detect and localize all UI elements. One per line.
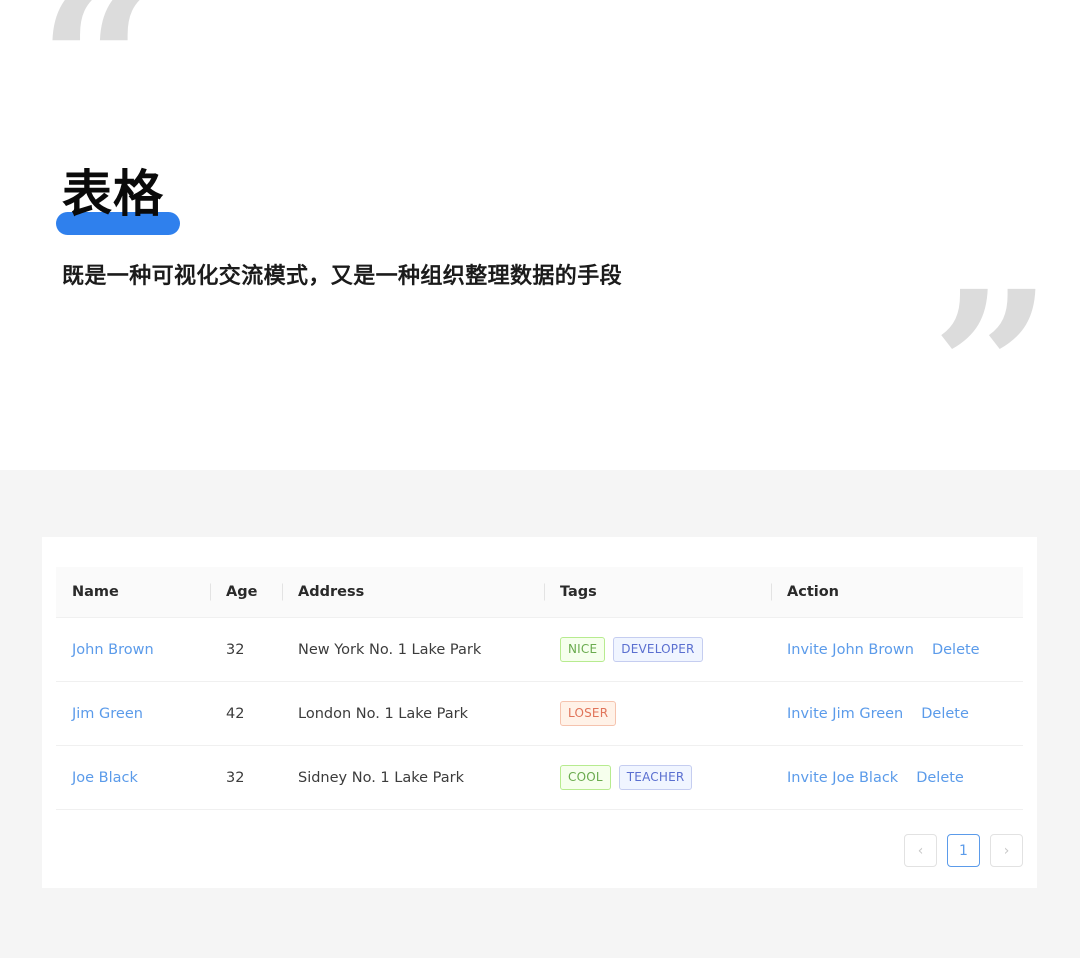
row-name-link[interactable]: Joe Black	[72, 770, 138, 786]
pagination-prev-button[interactable]: ‹	[904, 834, 937, 867]
cell-name: John Brown	[56, 617, 210, 682]
column-header-name[interactable]: Name	[56, 567, 210, 618]
column-separator	[210, 583, 211, 601]
delete-link[interactable]: Delete	[916, 770, 964, 786]
invite-link[interactable]: Invite Joe Black	[787, 770, 898, 786]
row-name-link[interactable]: John Brown	[72, 642, 154, 658]
cell-address: London No. 1 Lake Park	[282, 681, 544, 746]
page-title: 表格	[62, 165, 164, 223]
data-table: Name Age Address Tags Action John Brown …	[56, 567, 1023, 810]
delete-link[interactable]: Delete	[921, 706, 969, 722]
open-quote-icon: “	[38, 0, 159, 186]
pagination-next-button[interactable]: ›	[990, 834, 1023, 867]
column-separator	[544, 583, 545, 601]
column-header-address[interactable]: Address	[282, 567, 544, 618]
cell-action: Invite Jim Green Delete	[771, 681, 1023, 746]
hero-section: “ ” 表格 既是一种可视化交流模式，又是一种组织整理数据的手段	[0, 0, 1080, 470]
cell-age: 32	[210, 745, 282, 810]
table-body: John Brown 32 New York No. 1 Lake Park N…	[56, 617, 1023, 810]
delete-link[interactable]: Delete	[932, 642, 980, 658]
table-row: John Brown 32 New York No. 1 Lake Park N…	[56, 617, 1023, 682]
pagination: ‹ 1 ›	[56, 810, 1023, 867]
column-header-action[interactable]: Action	[771, 567, 1023, 618]
invite-link[interactable]: Invite Jim Green	[787, 706, 903, 722]
column-header-age[interactable]: Age	[210, 567, 282, 618]
cell-name: Joe Black	[56, 745, 210, 810]
column-header-action-label: Action	[787, 584, 840, 600]
cell-age: 42	[210, 681, 282, 746]
table-section: Name Age Address Tags Action John Brown …	[0, 470, 1080, 958]
table-head: Name Age Address Tags Action	[56, 567, 1023, 618]
page-subtitle: 既是一种可视化交流模式，又是一种组织整理数据的手段	[62, 264, 623, 289]
table-header-row: Name Age Address Tags Action	[56, 567, 1023, 618]
cell-tags: LOSER	[544, 681, 771, 746]
pagination-page-1-button[interactable]: 1	[947, 834, 980, 867]
column-separator	[771, 583, 772, 601]
tag-badge[interactable]: LOSER	[560, 701, 617, 726]
column-separator	[282, 583, 283, 601]
column-header-name-label: Name	[72, 584, 119, 600]
cell-tags: NICE DEVELOPER	[544, 617, 771, 682]
page-title-wrapper: 表格	[62, 166, 164, 222]
cell-address: Sidney No. 1 Lake Park	[282, 745, 544, 810]
table-row: Jim Green 42 London No. 1 Lake Park LOSE…	[56, 681, 1023, 746]
table-card: Name Age Address Tags Action John Brown …	[42, 537, 1037, 888]
table-row: Joe Black 32 Sidney No. 1 Lake Park COOL…	[56, 745, 1023, 810]
column-header-age-label: Age	[226, 584, 258, 600]
tag-badge[interactable]: DEVELOPER	[613, 637, 703, 662]
chevron-left-icon: ‹	[917, 842, 924, 859]
cell-action: Invite John Brown Delete	[771, 617, 1023, 682]
tag-badge[interactable]: TEACHER	[618, 765, 693, 790]
cell-action: Invite Joe Black Delete	[771, 745, 1023, 810]
cell-age: 32	[210, 617, 282, 682]
cell-address: New York No. 1 Lake Park	[282, 617, 544, 682]
tag-badge[interactable]: COOL	[560, 765, 611, 790]
tag-badge[interactable]: NICE	[560, 637, 606, 662]
pagination-page-label: 1	[959, 842, 968, 859]
column-header-address-label: Address	[298, 584, 365, 600]
column-header-tags[interactable]: Tags	[544, 567, 771, 618]
close-quote-icon: ”	[931, 245, 1052, 471]
row-name-link[interactable]: Jim Green	[72, 706, 143, 722]
column-header-tags-label: Tags	[560, 584, 597, 600]
cell-tags: COOL TEACHER	[544, 745, 771, 810]
invite-link[interactable]: Invite John Brown	[787, 642, 914, 658]
chevron-right-icon: ›	[1003, 842, 1010, 859]
cell-name: Jim Green	[56, 681, 210, 746]
